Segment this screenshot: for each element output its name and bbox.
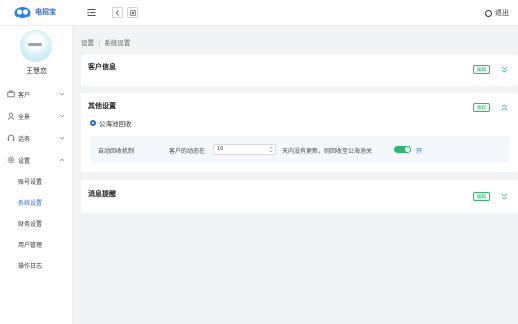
breadcrumb-separator: |	[98, 39, 101, 47]
toggle-knob	[405, 147, 410, 152]
breadcrumb-root[interactable]: 设置	[81, 39, 94, 47]
user-icon	[7, 112, 15, 120]
card-title: 其他设置	[88, 102, 116, 110]
sidebar-item-label: 设置	[18, 157, 31, 165]
logout-label: 退出	[495, 9, 509, 17]
chevron-down-icon	[59, 114, 65, 118]
sidebar-item-panorama[interactable]: 全景	[0, 105, 73, 127]
sidebar-item-label: 话务	[18, 135, 31, 143]
back-button[interactable]	[112, 7, 123, 18]
double-chevron-down-icon[interactable]	[501, 66, 508, 73]
chevron-left-icon	[115, 9, 119, 16]
rule-suffix-text: 天内没有更新，则回收至公海池关	[282, 148, 373, 155]
sidebar-item-label: 客户	[18, 91, 31, 99]
cloud-bird-logo-icon	[14, 7, 31, 19]
menu-collapse-icon[interactable]	[87, 8, 96, 17]
toggle-state-label: 开	[416, 148, 423, 155]
page-icon	[129, 9, 136, 16]
power-icon	[485, 9, 492, 17]
auto-recycle-rule-row: 自动回收机制 客户的动态在 10 天内没有更新，则回收至公海池关 开	[90, 136, 509, 163]
user-name: 王慧恋	[26, 67, 47, 75]
sidebar-item-customers[interactable]: 客户	[0, 83, 73, 105]
submenu-item-system-settings[interactable]: 系统设置	[0, 192, 73, 213]
other-settings-card: 其他设置 收起 公海池回收 自动回收机制 客户的动态在 10 天内没有更新，则回…	[81, 93, 518, 172]
top-bar: 电招宝 退出	[0, 0, 518, 26]
logout-button[interactable]: 退出	[485, 8, 509, 18]
app-title: 电招宝	[35, 8, 56, 16]
chevron-up-icon	[59, 158, 65, 162]
submenu-item-finance-settings[interactable]: 财务设置	[0, 213, 73, 234]
collapse-button[interactable]: 收起	[473, 103, 490, 112]
headset-icon	[7, 134, 15, 141]
breadcrumb: 设置 | 系统设置	[81, 37, 130, 47]
radio-dot-icon	[90, 120, 96, 126]
rule-prefix-text: 客户的动态在	[169, 148, 206, 155]
sidebar-item-calls[interactable]: 话务	[0, 127, 73, 149]
avatar	[20, 30, 52, 62]
sidebar: 王慧恋 客户 全景 话务 设置 账号设置 系统设置 财务设置 用户管理 操作日志	[0, 26, 73, 324]
edit-button[interactable]: 编辑	[473, 192, 490, 201]
days-number-input[interactable]: 10	[213, 144, 276, 155]
days-value: 10	[217, 146, 224, 152]
sidebar-menu: 客户 全景 话务 设置 账号设置 系统设置 财务设置 用户管理 操作日志	[0, 83, 73, 276]
card-title: 消息提醒	[88, 190, 116, 198]
submenu-item-account-settings[interactable]: 账号设置	[0, 171, 73, 192]
section-public-pool-recycle: 公海池回收	[90, 118, 132, 128]
message-reminder-card: 消息提醒 编辑	[81, 180, 518, 213]
double-chevron-down-icon[interactable]	[501, 193, 508, 200]
double-chevron-up-icon[interactable]	[501, 104, 508, 111]
sidebar-item-settings[interactable]: 设置	[0, 149, 73, 171]
customer-info-card: 客户信息 编辑	[81, 55, 518, 86]
submenu-item-operation-log[interactable]: 操作日志	[0, 255, 73, 276]
card-title: 客户信息	[88, 63, 116, 71]
edit-button[interactable]: 编辑	[473, 65, 490, 74]
stepper-arrows-icon[interactable]	[269, 146, 273, 153]
recycle-toggle[interactable]	[394, 146, 411, 153]
breadcrumb-current: 系统设置	[104, 39, 131, 47]
chevron-down-icon	[59, 92, 65, 96]
section-label: 公海池回收	[99, 120, 132, 128]
briefcase-icon	[7, 90, 15, 98]
refresh-button[interactable]	[127, 7, 138, 18]
sidebar-item-label: 全景	[18, 113, 31, 121]
gear-icon	[7, 156, 15, 164]
submenu-item-user-management[interactable]: 用户管理	[0, 234, 73, 255]
rule-label: 自动回收机制	[98, 148, 135, 155]
chevron-down-icon	[59, 136, 65, 140]
